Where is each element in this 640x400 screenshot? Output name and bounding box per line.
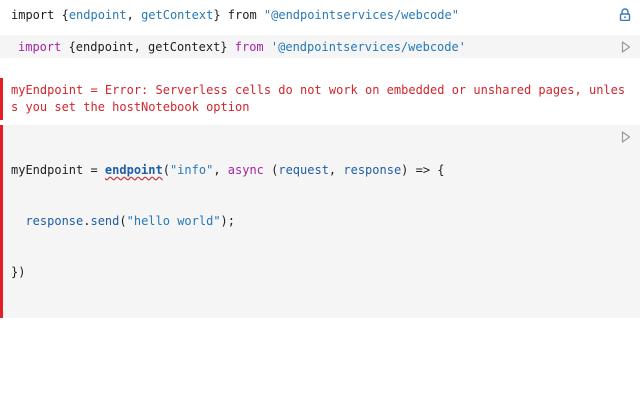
code-line-1: myEndpoint = endpoint("info", async (req… bbox=[11, 162, 600, 179]
output-line: import {endpoint, getContext} from "@end… bbox=[0, 0, 640, 29]
token-hello-string: "hello world" bbox=[126, 214, 221, 228]
token-send: send bbox=[90, 214, 120, 228]
token-comma: , bbox=[213, 163, 228, 177]
token-brace: { bbox=[54, 7, 69, 22]
error-message: myEndpoint = Error: Serverless cells do … bbox=[11, 83, 626, 114]
token-paren: ( bbox=[119, 214, 127, 228]
token-response: response bbox=[343, 163, 402, 177]
token-from: from bbox=[227, 7, 257, 22]
token-paren-open: ( bbox=[263, 163, 279, 177]
token-getcontext: getContext bbox=[141, 7, 214, 22]
token-module-string: "@endpointservices/webcode" bbox=[263, 7, 459, 22]
token-endpoint: endpoint bbox=[68, 7, 127, 22]
token-request: request bbox=[278, 163, 329, 177]
token-endpoint-fn: endpoint bbox=[104, 163, 163, 177]
input-cell-import[interactable]: import {endpoint, getContext} from '@end… bbox=[0, 35, 640, 58]
token-response-obj: response bbox=[25, 214, 84, 228]
token-comma-2: , bbox=[328, 163, 344, 177]
token-assign: myEndpoint = bbox=[11, 163, 105, 177]
error-output: myEndpoint = Error: Serverless cells do … bbox=[0, 78, 640, 120]
token-module-string: '@endpointservices/webcode' bbox=[270, 39, 466, 54]
token-paren: ( bbox=[162, 163, 170, 177]
output-cell: import {endpoint, getContext} from "@end… bbox=[0, 0, 640, 29]
play-icon[interactable] bbox=[620, 131, 632, 143]
token-arrow: ) => { bbox=[401, 163, 445, 177]
token-imports: {endpoint, getContext} bbox=[61, 39, 235, 54]
code-line-3: }) bbox=[11, 265, 26, 279]
token-close: ); bbox=[220, 214, 235, 228]
token-async: async bbox=[227, 163, 264, 177]
token-info-string: "info" bbox=[169, 163, 214, 177]
token-import: import bbox=[18, 39, 62, 54]
play-icon[interactable] bbox=[620, 41, 632, 53]
lock-icon[interactable] bbox=[618, 7, 632, 21]
token-import: import bbox=[11, 7, 55, 22]
input-cell-endpoint[interactable]: myEndpoint = endpoint("info", async (req… bbox=[0, 125, 640, 318]
token-comma: , bbox=[126, 7, 142, 22]
token-from: from bbox=[234, 39, 264, 54]
code-line-2: response.send("hello world"); bbox=[11, 213, 600, 230]
token-brace-close: } bbox=[213, 7, 228, 22]
